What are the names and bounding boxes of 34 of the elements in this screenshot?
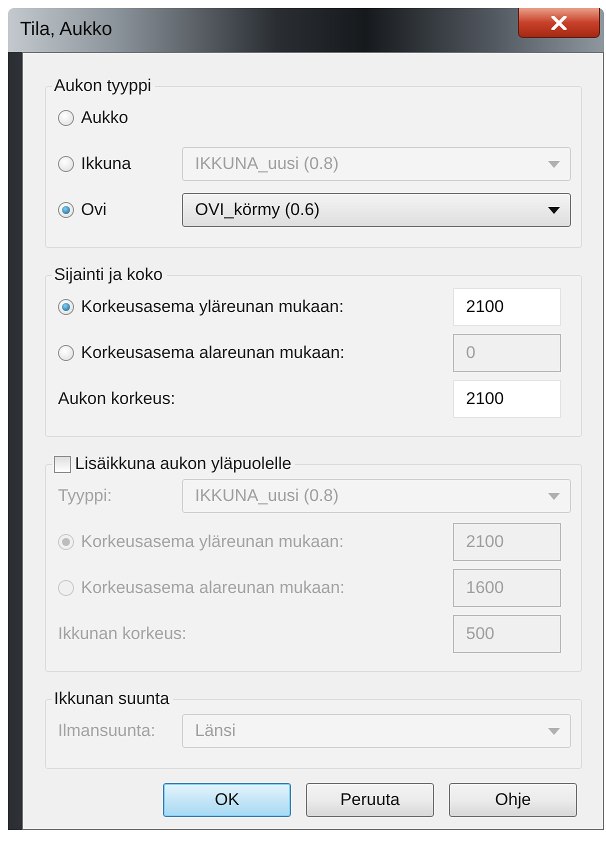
close-icon — [551, 16, 567, 30]
radio-label: Korkeusasema yläreunan mukaan: — [81, 297, 344, 317]
dropdown[interactable]: OVI_körmy (0.6) — [182, 193, 571, 227]
checkbox-label: Lisäikkuna aukon yläpuolelle — [75, 454, 292, 474]
radio-label: Ovi — [81, 200, 106, 220]
radio-label: Aukko — [81, 108, 128, 128]
radio-label: Korkeusasema alareunan mukaan: — [81, 343, 345, 363]
radio-button[interactable] — [58, 110, 74, 126]
radio-label: Korkeusasema alareunan mukaan: — [81, 578, 345, 598]
field-label: Ilmansuunta: — [58, 721, 156, 741]
dialog-button[interactable]: Ohje — [449, 783, 577, 817]
group-title: Ikkunan suunta — [54, 689, 170, 709]
caret-icon — [548, 160, 560, 168]
radio-button[interactable] — [58, 299, 74, 315]
radio-label: Ikkuna — [81, 154, 132, 174]
radio-button[interactable] — [58, 202, 74, 218]
group-title: Aukon tyyppi — [54, 76, 152, 96]
caret-icon — [548, 206, 560, 214]
field-label: Aukon korkeus: — [58, 389, 176, 409]
caret-icon — [548, 492, 560, 500]
checkbox[interactable] — [54, 456, 71, 472]
field-label: Tyyppi: — [58, 486, 112, 506]
radio-label: Korkeusasema yläreunan mukaan: — [81, 532, 344, 552]
field-label: Ikkunan korkeus: — [58, 624, 187, 644]
window-title: Tila, Aukko — [20, 19, 112, 41]
radio-button[interactable] — [58, 345, 74, 361]
input-field[interactable]: 2100 — [453, 380, 561, 418]
close-button[interactable] — [518, 8, 600, 38]
group-title: Sijainti ja koko — [54, 265, 163, 285]
input-field[interactable]: 2100 — [453, 288, 561, 326]
radio-button[interactable] — [58, 156, 74, 172]
caret-icon — [548, 728, 560, 734]
dialog-button[interactable]: Peruuta — [306, 783, 434, 817]
dialog-button[interactable]: OK — [163, 783, 291, 817]
